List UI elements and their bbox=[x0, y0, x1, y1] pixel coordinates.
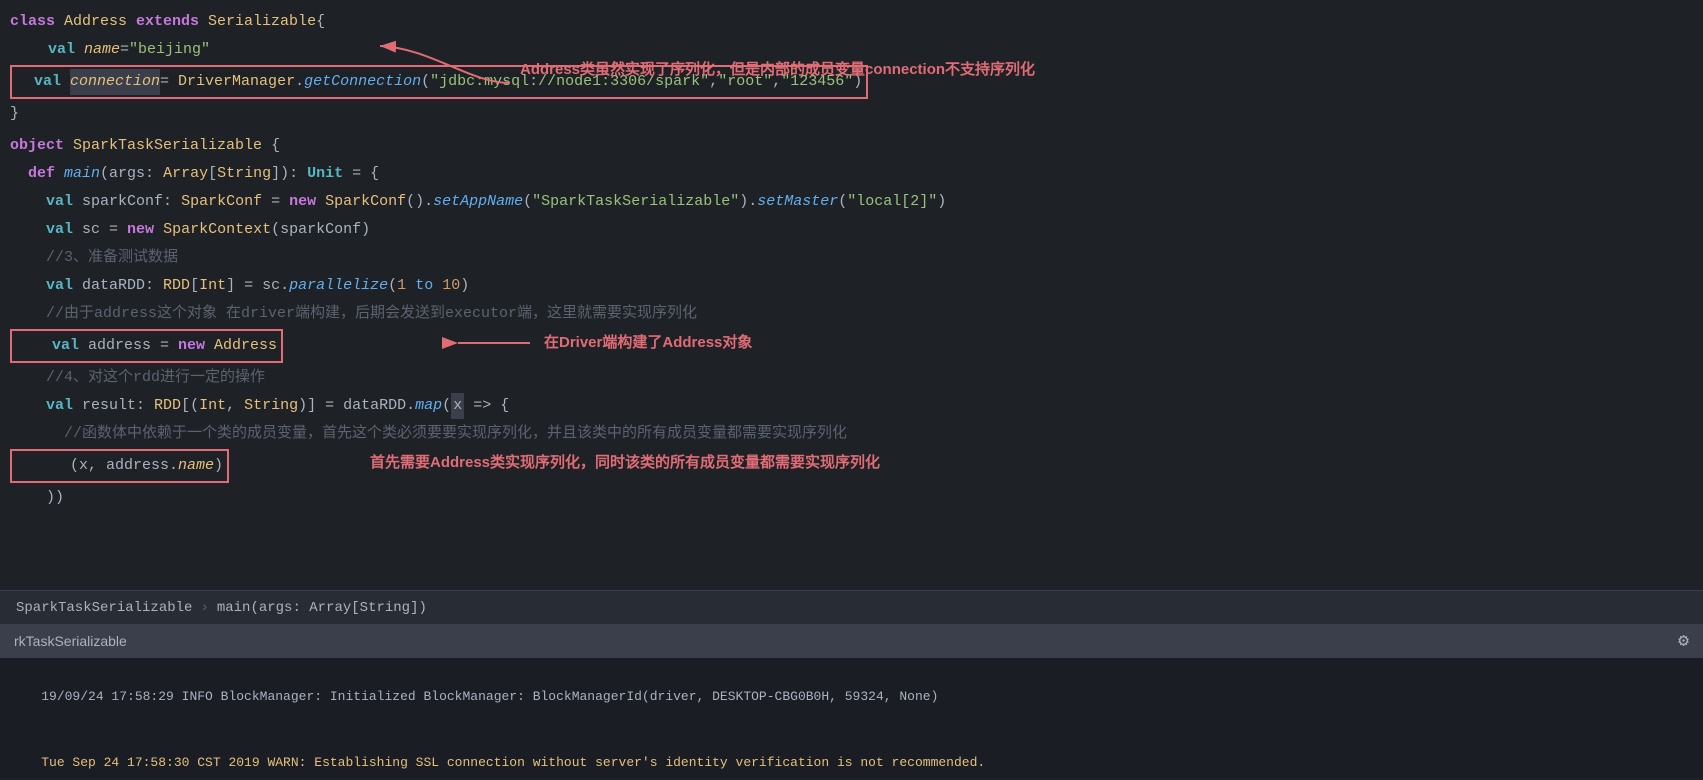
code-line-6: def main(args: Array[String]): Unit = { bbox=[0, 160, 1703, 188]
console-title: rkTaskSerializable bbox=[14, 633, 127, 649]
code-line-13: //4、对这个rdd进行一定的操作 bbox=[0, 364, 1703, 392]
console-header: rkTaskSerializable ⚙ bbox=[0, 624, 1703, 658]
code-line-5: object SparkTaskSerializable { bbox=[0, 132, 1703, 160]
code-line-14: val result: RDD[(Int, String)] = dataRDD… bbox=[0, 392, 1703, 420]
code-line-17: )) bbox=[0, 484, 1703, 512]
breadcrumb-bar: SparkTaskSerializable › main(args: Array… bbox=[0, 590, 1703, 624]
console-line-2: Tue Sep 24 17:58:30 CST 2019 WARN: Estab… bbox=[10, 730, 1693, 778]
code-line-9: //3、准备测试数据 bbox=[0, 244, 1703, 272]
code-line-8: val sc = new SparkContext(sparkConf) bbox=[0, 216, 1703, 244]
code-line-12: val address = new Address 在Driver端构建了Add… bbox=[0, 328, 1703, 364]
code-line-7: val sparkConf: SparkConf = new SparkConf… bbox=[0, 188, 1703, 216]
code-line-4: } bbox=[0, 100, 1703, 128]
breadcrumb-class: SparkTaskSerializable bbox=[16, 600, 192, 616]
code-editor: class Address extends Serializable{ val … bbox=[0, 0, 1703, 590]
code-line-10: val dataRDD: RDD[Int] = sc.parallelize(1… bbox=[0, 272, 1703, 300]
breadcrumb-method: main(args: Array[String]) bbox=[217, 600, 427, 616]
code-line-11: //由于address这个对象 在driver端构建，后期会发送到executo… bbox=[0, 300, 1703, 328]
breadcrumb-separator: › bbox=[200, 600, 208, 616]
code-line-1: class Address extends Serializable{ bbox=[0, 8, 1703, 36]
gear-icon[interactable]: ⚙ bbox=[1678, 630, 1689, 652]
code-line-16: (x, address.name) 首先需要Address类实现序列化，同时该类… bbox=[0, 448, 1703, 484]
code-line-15: //函数体中依赖于一个类的成员变量，首先这个类必须要要实现序列化，并且该类中的所… bbox=[0, 420, 1703, 448]
arrow-1-svg bbox=[370, 28, 530, 88]
arrow-2-svg bbox=[450, 331, 540, 355]
console-line-1: 19/09/24 17:58:29 INFO BlockManager: Ini… bbox=[10, 664, 1693, 730]
console-body: 19/09/24 17:58:29 INFO BlockManager: Ini… bbox=[0, 658, 1703, 778]
annotation-1: Address类虽然实现了序列化，但是内部的成员变量connection不支持序… bbox=[520, 58, 1035, 79]
